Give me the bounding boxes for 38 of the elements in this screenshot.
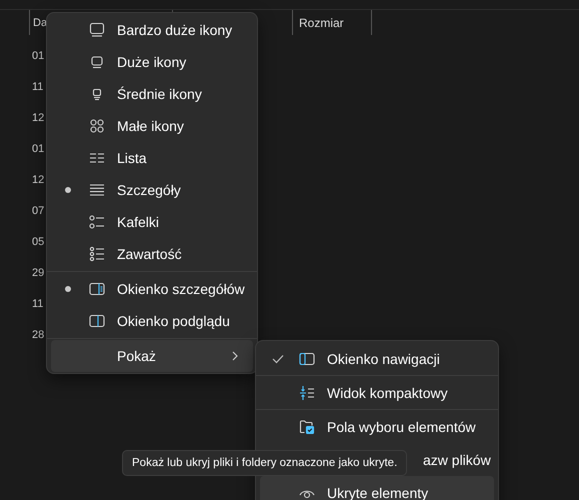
lines-icon: [89, 182, 105, 198]
pane-icon: [89, 281, 105, 297]
tooltip: Pokaż lub ukryj pliki i foldery oznaczone jako ukryte.: [122, 450, 408, 476]
menu-item[interactable]: Okienko podglądu: [51, 305, 253, 337]
date-cell: 11: [32, 298, 44, 310]
pane-icon: [299, 350, 315, 366]
menu-item[interactable]: Duże ikony: [51, 46, 253, 78]
date-cell: 11: [32, 80, 44, 92]
menu-item[interactable]: Okienko szczegółów: [51, 273, 253, 305]
monitor-icon: [89, 22, 105, 38]
date-cell: 01: [32, 50, 44, 62]
content-icon: [89, 246, 105, 262]
monitor-icon: [89, 54, 105, 70]
menu-item[interactable]: Bardzo duże ikony: [51, 14, 253, 46]
menu-item[interactable]: Zawartość: [51, 238, 253, 270]
menu-item[interactable]: Kafelki: [51, 206, 253, 238]
menu-item[interactable]: Szczegóły: [51, 174, 253, 206]
menu-item[interactable]: Widok kompaktowy: [260, 376, 494, 409]
compact-icon: [299, 384, 315, 400]
menu-item[interactable]: Pokaż: [51, 340, 253, 372]
chevron-icon: [231, 351, 239, 361]
menu-item[interactable]: Średnie ikony: [51, 78, 253, 110]
menu-item[interactable]: Okienko nawigacji: [260, 342, 494, 375]
date-cell: 12: [32, 174, 44, 186]
date-cell: 05: [32, 236, 44, 248]
date-cell: 12: [32, 112, 44, 124]
tiles-icon: [89, 214, 105, 230]
pane-icon: [89, 313, 105, 329]
folder-checkbox-icon: [299, 418, 315, 434]
date-cell: 07: [32, 204, 44, 216]
date-cell: 29: [32, 266, 44, 278]
date-cell: 01: [32, 142, 44, 154]
column-header[interactable]: Rozmiar: [292, 10, 372, 35]
date-cell: 28: [32, 328, 44, 340]
menu-item[interactable]: Lista: [51, 142, 253, 174]
menu-item[interactable]: Pola wyboru elementów: [260, 410, 494, 443]
grid-icon: [89, 118, 105, 134]
menu-item[interactable]: Małe ikony: [51, 110, 253, 142]
